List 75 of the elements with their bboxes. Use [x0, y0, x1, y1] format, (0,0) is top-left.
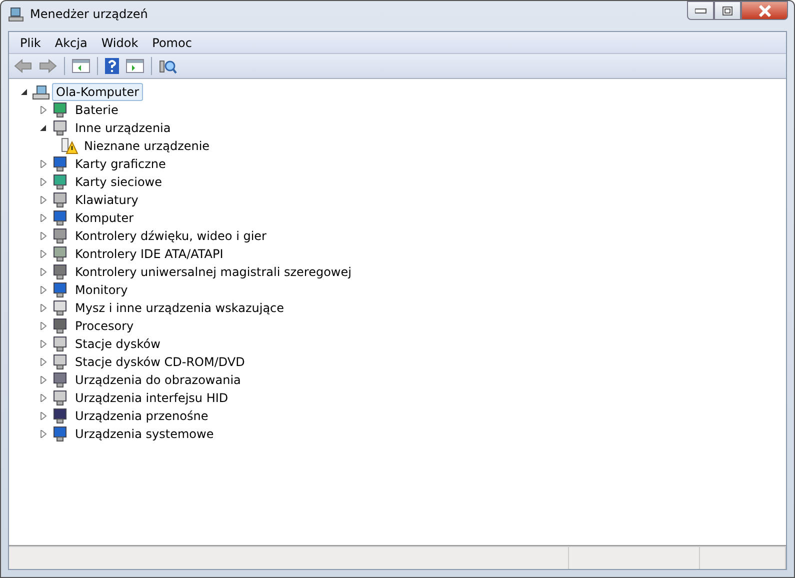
device-icon — [51, 282, 69, 298]
computer-icon — [32, 84, 50, 100]
tree-item[interactable]: Mysz i inne urządzenia wskazujące — [71, 299, 288, 317]
device-icon — [51, 372, 69, 388]
close-icon — [758, 4, 772, 16]
tree-item[interactable]: Kontrolery dźwięku, wideo i gier — [71, 227, 270, 245]
device-icon — [51, 192, 69, 208]
device-icon — [51, 300, 69, 316]
expand-arrow-icon[interactable] — [39, 412, 49, 420]
minimize-button[interactable] — [687, 1, 714, 20]
device-icon — [51, 102, 69, 118]
device-icon — [51, 264, 69, 280]
device-icon — [51, 228, 69, 244]
computer-icon — [8, 6, 24, 22]
tree-item[interactable]: Stacje dysków — [71, 335, 164, 353]
device-icon — [51, 318, 69, 334]
tree-item[interactable]: Karty sieciowe — [71, 173, 166, 191]
tree-item[interactable]: Urządzenia interfejsu HID — [71, 389, 232, 407]
help-button[interactable] — [103, 57, 121, 75]
maximize-button[interactable] — [714, 1, 741, 20]
device-icon — [51, 246, 69, 262]
expand-arrow-icon[interactable] — [39, 430, 49, 438]
tree-item[interactable]: Kontrolery uniwersalnej magistrali szeregowej — [71, 263, 356, 281]
expand-arrow-icon[interactable] — [39, 214, 49, 222]
tree-item[interactable]: Karty graficzne — [71, 155, 170, 173]
collapse-arrow-icon[interactable] — [20, 88, 30, 96]
expand-arrow-icon[interactable] — [39, 160, 49, 168]
device-icon — [51, 354, 69, 370]
expand-arrow-icon[interactable] — [39, 358, 49, 366]
expand-arrow-icon[interactable] — [39, 286, 49, 294]
expand-arrow-icon[interactable] — [39, 322, 49, 330]
back-button[interactable] — [12, 58, 34, 74]
expand-arrow-icon[interactable] — [39, 232, 49, 240]
menu-item[interactable]: Plik — [13, 34, 48, 52]
tree-item[interactable]: Urządzenia do obrazowania — [71, 371, 245, 389]
expand-arrow-icon[interactable] — [39, 376, 49, 384]
tree-item[interactable]: Ola-Komputer — [52, 83, 144, 101]
maximize-icon — [722, 6, 734, 16]
tree-item[interactable]: Procesory — [71, 317, 138, 335]
forward-button[interactable] — [37, 58, 59, 74]
device-icon — [51, 120, 69, 136]
tree-item[interactable]: Inne urządzenia — [71, 119, 175, 137]
window-title: Menedżer urządzeń — [30, 7, 148, 21]
device-icon — [51, 390, 69, 406]
device-icon — [51, 156, 69, 172]
expand-arrow-icon[interactable] — [39, 106, 49, 114]
menu-item[interactable]: Pomoc — [145, 34, 199, 52]
tree-item[interactable]: Monitory — [71, 281, 132, 299]
tree-item[interactable]: Nieznane urządzenie — [80, 137, 214, 155]
tree-item[interactable]: Komputer — [71, 209, 138, 227]
tree-item[interactable]: Urządzenia systemowe — [71, 425, 218, 443]
minimize-icon — [694, 8, 706, 14]
expand-arrow-icon[interactable] — [39, 250, 49, 258]
tree-item[interactable]: Urządzenia przenośne — [71, 407, 212, 425]
expand-arrow-icon[interactable] — [39, 196, 49, 204]
tree-item[interactable]: Baterie — [71, 101, 122, 119]
device-icon — [51, 174, 69, 190]
tree-item[interactable]: Stacje dysków CD-ROM/DVD — [71, 353, 249, 371]
tree-item[interactable]: Kontrolery IDE ATA/ATAPI — [71, 245, 228, 263]
close-button[interactable] — [741, 1, 788, 20]
console-tree-button[interactable] — [70, 58, 92, 74]
device-icon — [51, 336, 69, 352]
device-icon — [51, 210, 69, 226]
menu-item[interactable]: Widok — [94, 34, 146, 52]
collapse-arrow-icon[interactable] — [39, 124, 49, 132]
expand-arrow-icon[interactable] — [39, 268, 49, 276]
expand-arrow-icon[interactable] — [39, 340, 49, 348]
expand-arrow-icon[interactable] — [39, 178, 49, 186]
menu-item[interactable]: Akcja — [48, 34, 94, 52]
expand-arrow-icon[interactable] — [39, 394, 49, 402]
device-icon — [51, 426, 69, 442]
tree-item[interactable]: Klawiatury — [71, 191, 142, 209]
expand-arrow-icon[interactable] — [39, 304, 49, 312]
action-pane-button[interactable] — [124, 58, 146, 74]
device-icon — [51, 408, 69, 424]
